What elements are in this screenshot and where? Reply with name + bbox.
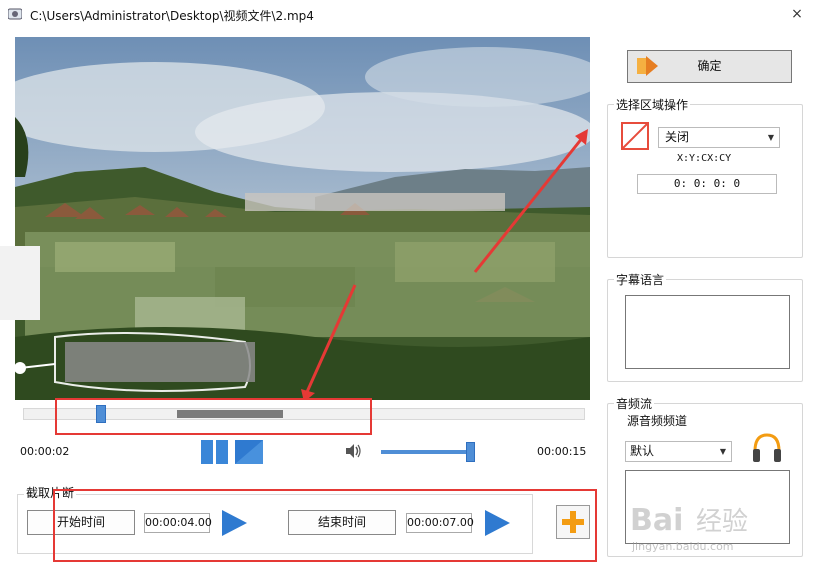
subtitle-list[interactable] (625, 295, 790, 369)
headphone-icon (753, 433, 781, 462)
coord-input[interactable]: 0: 0: 0: 0 (637, 174, 777, 194)
pause-icon[interactable] (200, 439, 230, 465)
watermark-brand-cn: 经验 (696, 507, 748, 537)
timeline-highlight-box (55, 398, 372, 435)
overlay-panel (0, 246, 40, 320)
total-time: 00:00:15 (537, 445, 587, 458)
region-group-title: 选择区域操作 (614, 96, 691, 113)
chevron-down-icon: ▼ (719, 447, 726, 456)
clip-highlight-box (53, 489, 597, 562)
audio-channel-select[interactable]: 默认 ▼ (625, 441, 732, 462)
app-icon (8, 8, 22, 20)
watermark-brand: Bai (630, 503, 683, 538)
speaker-icon[interactable] (344, 442, 362, 460)
chevron-down-icon: ▼ (767, 133, 774, 142)
arrow-right-icon (637, 56, 658, 76)
window-title: C:\Users\Administrator\Desktop\视频文件\2.mp… (30, 9, 314, 23)
volume-track[interactable] (381, 450, 473, 454)
video-frame (15, 37, 590, 400)
region-mode-select[interactable]: 关闭 ▼ (658, 127, 780, 148)
video-preview[interactable] (15, 37, 590, 400)
coord-label: X:Y:CX:CY (677, 153, 732, 164)
volume-thumb[interactable] (466, 442, 475, 462)
region-mode-value: 关闭 (665, 130, 690, 144)
current-time: 00:00:02 (20, 445, 70, 458)
audio-channel-label: 源音频频道 (627, 414, 688, 428)
title-bar: C:\Users\Administrator\Desktop\视频文件\2.mp… (0, 0, 816, 30)
audio-channel-value: 默认 (630, 444, 655, 458)
subtitle-group-title: 字幕语言 (614, 271, 667, 288)
watermark-url: jingyan.baidu.com (631, 540, 734, 553)
close-button[interactable]: × (788, 4, 806, 24)
watermark-logo: Bai 经验 jingyan.baidu.com (630, 503, 748, 553)
stop-icon[interactable] (234, 439, 264, 465)
crop-icon[interactable] (619, 120, 651, 152)
audio-group-title: 音频流 (614, 395, 655, 412)
